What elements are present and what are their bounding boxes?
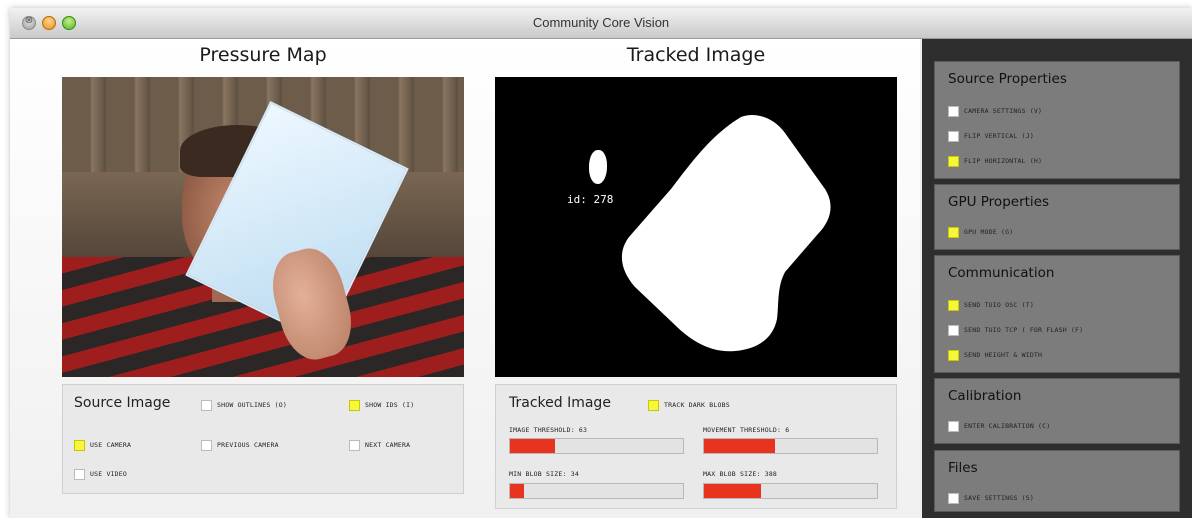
checkbox-box	[948, 226, 959, 238]
group-title: Files	[948, 460, 978, 476]
use-camera-checkbox[interactable]: USE CAMERA	[74, 438, 131, 452]
gpu-properties-group: GPU Properties GPU MODE (G)	[934, 184, 1180, 250]
slider-fill	[510, 484, 524, 498]
send-tuio-osc-checkbox[interactable]: SEND TUIO OSC (T)	[948, 298, 1034, 312]
tracked-image-view: id: 278	[495, 77, 897, 377]
source-properties-group: Source Properties CAMERA SETTINGS (V) FL…	[934, 61, 1180, 179]
source-image-panel: Source Image SHOW OUTLINES (O) SHOW IDS …	[62, 384, 464, 494]
main-area: Pressure Map Tracked Image id: 278 Sourc…	[10, 39, 920, 518]
settings-sidebar: Source Properties CAMERA SETTINGS (V) FL…	[922, 39, 1192, 518]
group-title: GPU Properties	[948, 194, 1049, 210]
checkbox-box	[948, 299, 959, 311]
min-blob-size-slider[interactable]	[509, 483, 684, 499]
checkbox-box	[74, 468, 85, 480]
tracked-image-title: Tracked Image	[626, 44, 766, 66]
camera-settings-checkbox[interactable]: CAMERA SETTINGS (V)	[948, 104, 1042, 118]
pressure-map-title: Pressure Map	[199, 44, 327, 66]
checkbox-box	[201, 439, 212, 451]
files-group: Files SAVE SETTINGS (S)	[934, 450, 1180, 512]
checkbox-label: SAVE SETTINGS (S)	[964, 494, 1034, 502]
communication-group: Communication SEND TUIO OSC (T) SEND TUI…	[934, 255, 1180, 373]
previous-camera-button[interactable]: PREVIOUS CAMERA	[201, 438, 279, 452]
flip-vertical-checkbox[interactable]: FLIP VERTICAL (J)	[948, 129, 1034, 143]
track-dark-blobs-checkbox[interactable]: TRACK DARK BLOBS	[648, 398, 730, 412]
checkbox-box	[948, 349, 959, 361]
checkbox-label: TRACK DARK BLOBS	[664, 401, 730, 409]
checkbox-box	[948, 130, 959, 142]
slider-fill	[704, 484, 762, 498]
checkbox-label: USE VIDEO	[90, 470, 128, 478]
checkbox-label: CAMERA SETTINGS (V)	[964, 107, 1043, 115]
checkbox-label: SEND TUIO TCP ( FOR FLASH (F)	[964, 326, 1084, 334]
checkbox-box	[349, 399, 360, 411]
checkbox-label: FLIP VERTICAL (J)	[964, 132, 1034, 140]
slider-fill	[704, 439, 775, 453]
max-blob-size-label: MAX BLOB SIZE: 388	[703, 470, 778, 478]
enter-calibration-checkbox[interactable]: ENTER CALIBRATION (C)	[948, 419, 1050, 433]
image-threshold-slider[interactable]	[509, 438, 684, 454]
window-title: Community Core Vision	[532, 15, 670, 30]
image-threshold-label: IMAGE THRESHOLD: 63	[509, 426, 588, 434]
checkbox-label: NEXT CAMERA	[365, 441, 411, 449]
use-video-checkbox[interactable]: USE VIDEO	[74, 467, 127, 481]
movement-threshold-slider[interactable]	[703, 438, 878, 454]
title-bar[interactable]: ⊗ Community Core Vision	[10, 8, 1192, 39]
tracked-image-panel-title: Tracked Image	[509, 395, 611, 411]
tracked-image-panel: Tracked Image TRACK DARK BLOBS IMAGE THR…	[495, 384, 897, 509]
group-title: Communication	[948, 265, 1055, 281]
large-blob	[621, 114, 831, 352]
checkbox-label: USE CAMERA	[90, 441, 132, 449]
checkbox-box	[201, 399, 212, 411]
send-height-width-checkbox[interactable]: SEND HEIGHT & WIDTH	[948, 348, 1042, 362]
checkbox-box	[948, 420, 959, 432]
checkbox-label: PREVIOUS CAMERA	[217, 441, 279, 449]
slider-fill	[510, 439, 555, 453]
checkbox-box	[948, 492, 959, 504]
group-title: Calibration	[948, 388, 1022, 404]
checkbox-label: ENTER CALIBRATION (C)	[964, 422, 1051, 430]
checkbox-box	[948, 105, 959, 117]
app-window: ⊗ Community Core Vision Pressure Map Tra…	[10, 8, 1192, 518]
save-settings-checkbox[interactable]: SAVE SETTINGS (S)	[948, 491, 1034, 505]
flip-horizontal-checkbox[interactable]: FLIP HORIZONTAL (H)	[948, 154, 1042, 168]
max-blob-size-slider[interactable]	[703, 483, 878, 499]
checkbox-box	[948, 155, 959, 167]
gpu-mode-checkbox[interactable]: GPU MODE (G)	[948, 225, 1013, 239]
checkbox-box	[349, 439, 360, 451]
movement-threshold-label: MOVEMENT THRESHOLD: 6	[703, 426, 790, 434]
checkbox-label: FLIP HORIZONTAL (H)	[964, 157, 1043, 165]
show-ids-checkbox[interactable]: SHOW IDS (I)	[349, 398, 414, 412]
checkbox-label: SHOW IDS (I)	[365, 401, 415, 409]
calibration-group: Calibration ENTER CALIBRATION (C)	[934, 378, 1180, 444]
camera-feed-image	[62, 77, 464, 377]
min-blob-size-label: MIN BLOB SIZE: 34	[509, 470, 579, 478]
checkbox-box	[948, 324, 959, 336]
checkbox-label: SHOW OUTLINES (O)	[217, 401, 287, 409]
checkbox-box	[74, 439, 85, 451]
checkbox-label: SEND HEIGHT & WIDTH	[964, 351, 1043, 359]
checkbox-box	[648, 399, 659, 411]
next-camera-button[interactable]: NEXT CAMERA	[349, 438, 410, 452]
show-outlines-checkbox[interactable]: SHOW OUTLINES (O)	[201, 398, 287, 412]
checkbox-label: GPU MODE (G)	[964, 228, 1014, 236]
checkbox-label: SEND TUIO OSC (T)	[964, 301, 1034, 309]
source-image-panel-title: Source Image	[74, 395, 171, 411]
group-title: Source Properties	[948, 71, 1067, 87]
send-tuio-tcp-checkbox[interactable]: SEND TUIO TCP ( FOR FLASH (F)	[948, 323, 1083, 337]
